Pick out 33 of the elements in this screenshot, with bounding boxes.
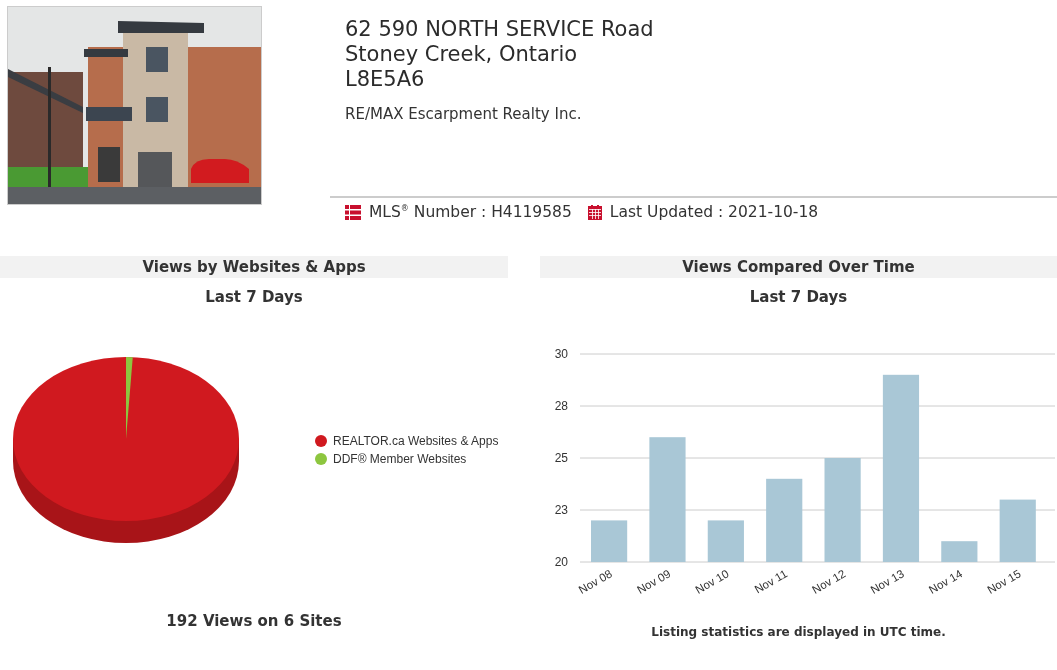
axis-label: Nov 15 — [985, 567, 1023, 596]
panel-subtitle: Last 7 Days — [205, 288, 303, 306]
axis-label: Nov 10 — [693, 567, 731, 596]
axis-label: 30 — [554, 347, 568, 361]
address-line: Stoney Creek, Ontario — [345, 42, 578, 67]
axis-label: 20 — [554, 555, 568, 569]
bar — [999, 499, 1036, 562]
bar — [941, 541, 978, 562]
axis-label: 28 — [554, 399, 568, 413]
utc-note: Listing statistics are displayed in UTC time. — [651, 625, 946, 639]
legend-label: DDF® Member Websites — [333, 452, 467, 466]
axis-label: Nov 09 — [634, 567, 673, 596]
legend-label: REALTOR.ca Websites & Apps — [333, 434, 499, 448]
axis-label: Nov 14 — [926, 567, 965, 596]
views-summary: 192 Views on 6 Sites — [166, 612, 342, 630]
calendar-icon — [587, 204, 602, 220]
axis-label: Nov 11 — [752, 567, 790, 596]
panel-subtitle: Last 7 Days — [749, 288, 848, 306]
axis-label: 25 — [554, 451, 568, 465]
axis-label: Nov 12 — [810, 567, 848, 596]
bar — [707, 520, 744, 562]
bar — [591, 520, 628, 562]
axis-label: 23 — [554, 503, 568, 517]
last-updated: Last Updated : 2021-10-18 — [609, 203, 819, 221]
panel-title: Views by Websites & Apps — [0, 256, 508, 278]
address-line: 62 590 NORTH SERVICE Road — [345, 17, 654, 42]
list-icon — [345, 204, 361, 220]
agency-name: RE/MAX Escarpment Realty Inc. — [345, 105, 582, 123]
address-line: L8E5A6 — [345, 67, 425, 92]
axis-label: Nov 13 — [868, 567, 906, 596]
mls-number: MLS$^{®}$ Number : H4119585 — [369, 203, 572, 221]
axis-label: Nov 08 — [576, 567, 615, 596]
panel-title: Views Compared Over Time — [540, 256, 1057, 278]
